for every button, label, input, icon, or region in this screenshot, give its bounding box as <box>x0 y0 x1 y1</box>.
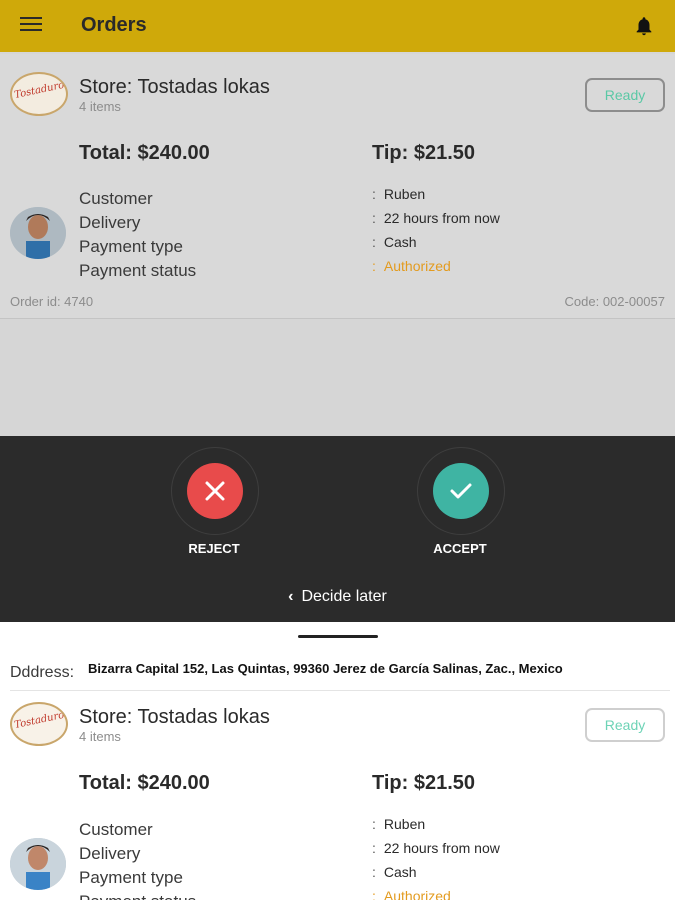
store-logo: Tostaduro <box>10 72 68 116</box>
customer-avatar <box>10 207 66 259</box>
check-icon <box>450 483 472 499</box>
detail-labels: Customer Delivery Payment type Payment s… <box>79 187 196 283</box>
decide-later-button[interactable]: ‹ Decide later <box>0 588 675 606</box>
detail-values: : Ruben :22 hours from now : Cash : Authori… <box>372 186 500 274</box>
order-tip: Tip: $21.50 <box>372 142 476 164</box>
delivery-label: Delivery <box>79 213 141 232</box>
store-name: Store: Tostadas lokas <box>79 76 270 98</box>
divider <box>10 690 670 691</box>
app-bar: Orders <box>0 0 675 52</box>
payment-type-label: Payment type <box>79 868 183 887</box>
order-code: Code: 002-00057 <box>564 294 665 309</box>
notification-bell-icon[interactable] <box>633 14 655 38</box>
chevron-left-icon: ‹ <box>288 588 294 605</box>
payment-status-label: Payment status <box>79 890 196 900</box>
customer-avatar <box>10 838 66 890</box>
payment-status-label: Payment status <box>79 261 197 280</box>
address-value: Bizarra Capital 152, Las Quintas, 99360 … <box>88 661 563 676</box>
order-card[interactable]: Tostaduro Store: Tostadas lokas 4 items … <box>0 54 675 319</box>
detail-labels: Customer Delivery Payment type Payment s… <box>79 818 196 900</box>
reject-label[interactable]: REJECT <box>154 541 274 556</box>
customer-label: Customer <box>79 189 153 208</box>
items-count: 4 items <box>79 729 121 744</box>
delivery-value: 22 hours from now <box>383 840 500 856</box>
order-id: Order id: 4740 <box>10 294 94 309</box>
drag-handle[interactable] <box>298 635 378 638</box>
order-total: Total: $240.00 <box>79 772 210 794</box>
store-logo: Tostaduro <box>10 702 68 746</box>
order-bottom-sheet[interactable]: Dddress: Bizarra Capital 152, Las Quinta… <box>0 622 675 900</box>
accept-label[interactable]: ACCEPT <box>400 541 520 556</box>
reject-ring <box>171 447 259 535</box>
payment-status-value: Authorized <box>383 258 451 274</box>
delivery-value: 22 hours from now <box>383 210 500 226</box>
hamburger-menu-icon[interactable] <box>20 17 42 35</box>
order-total: Total: $240.00 <box>79 142 210 164</box>
delivery-label: Delivery <box>79 844 141 863</box>
reject-button[interactable] <box>187 463 243 519</box>
address-label: Dddress: <box>10 664 75 681</box>
payment-status-value: Authorized <box>383 888 451 900</box>
status-badge[interactable]: Ready <box>585 78 665 112</box>
accept-ring <box>417 447 505 535</box>
payment-type-label: Payment type <box>79 237 183 256</box>
status-badge[interactable]: Ready <box>585 708 665 742</box>
items-count: 4 items <box>79 99 121 114</box>
payment-type-value: Cash <box>383 864 417 880</box>
order-tip: Tip: $21.50 <box>372 772 476 794</box>
customer-value: Ruben <box>383 186 426 202</box>
accept-button[interactable] <box>433 463 489 519</box>
close-icon <box>205 481 225 501</box>
customer-value: Ruben <box>383 816 426 832</box>
payment-type-value: Cash <box>383 234 417 250</box>
page-title: Orders <box>81 14 147 36</box>
customer-label: Customer <box>79 820 153 839</box>
store-name: Store: Tostadas lokas <box>79 706 270 728</box>
detail-values: : Ruben :22 hours from now : Cash : Authori… <box>372 812 500 900</box>
